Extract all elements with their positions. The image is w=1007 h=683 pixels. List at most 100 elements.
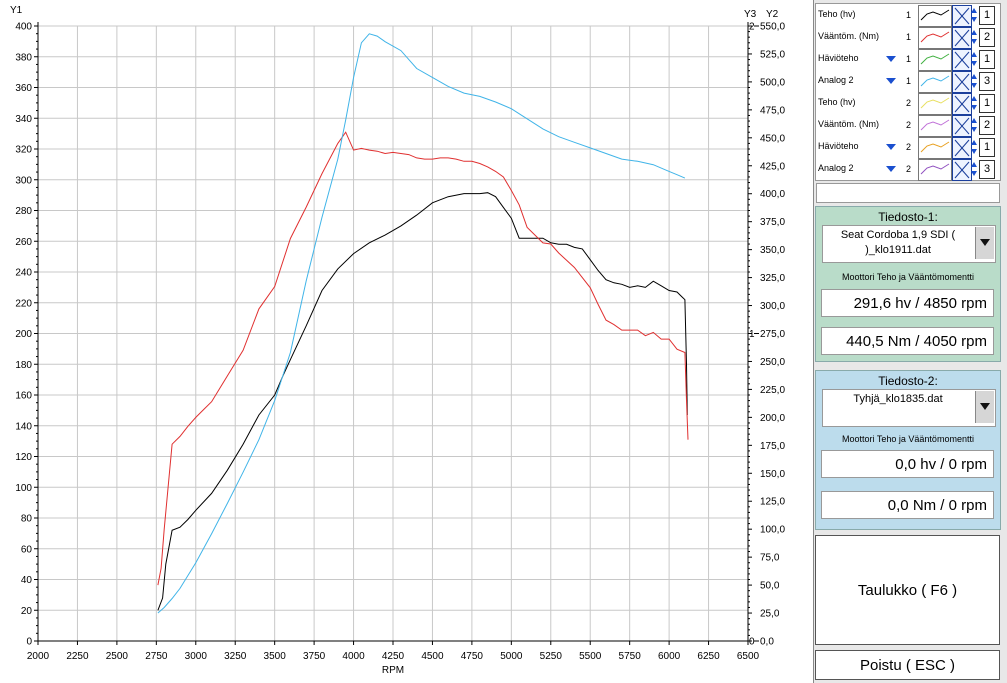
y1-tick-label: 40 [21, 575, 33, 586]
file1-select[interactable]: Seat Cordoba 1,9 SDI ( )_klo1911.dat [822, 225, 996, 263]
legend-file-number: 1 [906, 76, 912, 86]
x-tick-label: 2750 [145, 651, 168, 662]
legend-file-number: 1 [906, 54, 912, 64]
legend-axis-number[interactable]: 1 [979, 94, 995, 113]
legend-hide-icon[interactable] [952, 49, 972, 71]
legend-dropdown-icon[interactable] [886, 166, 896, 172]
chart: 2000 2250 2500 2750 3000 3250 3500 3750 4000 4250… [0, 0, 812, 683]
legend-dropdown-icon[interactable] [886, 78, 896, 84]
legend-hide-icon[interactable] [952, 115, 972, 137]
legend-spinner-icon[interactable] [971, 5, 977, 25]
y2-tick-label: 125,0 [760, 497, 785, 508]
legend-row[interactable]: Analog 2 2 3 [816, 158, 1000, 181]
legend-swatch[interactable] [918, 115, 952, 137]
legend-file-number: 2 [906, 142, 912, 152]
legend-row[interactable]: Teho (hv) 2 1 [816, 92, 1000, 115]
legend-hide-icon[interactable] [952, 159, 972, 181]
legend-hide-icon[interactable] [952, 27, 972, 49]
x-tick-label: 2250 [66, 651, 89, 662]
legend-row[interactable]: Vääntöm. (Nm) 1 2 [816, 26, 1000, 49]
legend-axis-number[interactable]: 2 [979, 28, 995, 47]
y1-tick-label: 320 [15, 145, 32, 156]
legend-row[interactable]: Häviöteho 2 1 [816, 136, 1000, 159]
file1-subtitle: Moottori Teho ja Vääntömomentti [842, 272, 974, 282]
y2-axis-label: Y2 [766, 9, 779, 20]
legend-axis-number[interactable]: 1 [979, 138, 995, 157]
y2-tick-label: 225,0 [760, 385, 785, 396]
y2-tick-label: 75,0 [760, 553, 780, 564]
legend-hide-icon[interactable] [952, 137, 972, 159]
legend-spinner-icon[interactable] [971, 49, 977, 69]
legend-axis-number[interactable]: 3 [979, 72, 995, 91]
y1-tick-label: 0 [26, 637, 32, 648]
y1-tick-label: 400 [15, 22, 32, 33]
legend-hide-icon[interactable] [952, 5, 972, 27]
legend-row[interactable]: Häviöteho 1 1 [816, 48, 1000, 71]
y1-tick-label: 380 [15, 52, 32, 63]
file2-dropdown-arrow-icon[interactable] [975, 391, 994, 423]
legend-hide-icon[interactable] [952, 71, 972, 93]
legend-axis-number[interactable]: 1 [979, 6, 995, 25]
exit-button[interactable]: Poistu ( ESC ) [815, 650, 1000, 680]
legend-swatch[interactable] [918, 71, 952, 93]
y1-tick-label: 280 [15, 206, 32, 217]
x-tick-label: 2000 [27, 651, 50, 662]
y2-tick-label: 250,0 [760, 357, 785, 368]
legend-swatch[interactable] [918, 27, 952, 49]
legend-hide-icon[interactable] [952, 93, 972, 115]
table-button[interactable]: Taulukko ( F6 ) [815, 535, 1000, 645]
y2-tick-label: 150,0 [760, 469, 785, 480]
file2-power-value: 0,0 hv / 0 rpm [821, 450, 994, 478]
y2-tick-label: 200,0 [760, 413, 785, 424]
legend-spinner-icon[interactable] [971, 93, 977, 113]
y2-tick-label: 325,0 [760, 273, 785, 284]
legend-axis-number[interactable]: 3 [979, 160, 995, 179]
y1-tick-label: 240 [15, 268, 32, 279]
y2-tick-label: 275,0 [760, 329, 785, 340]
legend-row[interactable]: Vääntöm. (Nm) 2 2 [816, 114, 1000, 137]
legend-swatch[interactable] [918, 137, 952, 159]
legend-dropdown-icon[interactable] [886, 144, 896, 150]
legend-swatch[interactable] [918, 49, 952, 71]
y2-tick-label: 450,0 [760, 133, 785, 144]
file1-name-line2: )_klo1911.dat [865, 244, 931, 256]
y2-tick-label: 375,0 [760, 217, 785, 228]
y1-tick-label: 220 [15, 298, 32, 309]
y2-tick-label: 550,0 [760, 22, 785, 33]
legend-label: Analog 2 [818, 75, 854, 85]
legend-spinner-icon[interactable] [971, 71, 977, 91]
legend-spinner-icon[interactable] [971, 27, 977, 47]
legend-row[interactable]: Teho (hv) 1 1 [816, 4, 1000, 27]
file2-name-line1: Tyhjä_klo1835.dat [853, 393, 943, 405]
legend-axis-number[interactable]: 1 [979, 50, 995, 69]
legend-swatch[interactable] [918, 93, 952, 115]
y2-tick-label: 475,0 [760, 105, 785, 116]
legend-row[interactable]: Analog 2 1 3 [816, 70, 1000, 93]
y1-tick-label: 160 [15, 391, 32, 402]
legend-swatch[interactable] [918, 5, 952, 27]
y1-tick-label: 180 [15, 360, 32, 371]
legend-label: Häviöteho [818, 53, 859, 63]
y1-axis-label: Y1 [10, 5, 23, 16]
y1-tick-label: 360 [15, 83, 32, 94]
legend-dropdown-icon[interactable] [886, 56, 896, 62]
y1-tick-label: 20 [21, 606, 33, 617]
x-tick-label: 6250 [697, 651, 720, 662]
legend-spinner-icon[interactable] [971, 115, 977, 135]
file2-select[interactable]: Tyhjä_klo1835.dat [822, 389, 996, 427]
file2-title: Tiedosto-2: [878, 374, 938, 388]
legend-spinner-icon[interactable] [971, 137, 977, 157]
legend-label: Häviöteho [818, 141, 859, 151]
y3-tick-label: 1 [749, 329, 755, 340]
x-tick-label: 6500 [737, 651, 760, 662]
y1-tick-label: 120 [15, 452, 32, 463]
blank-field[interactable] [816, 183, 1000, 203]
file1-dropdown-arrow-icon[interactable] [975, 227, 994, 259]
legend-file-number: 2 [906, 120, 912, 130]
legend-swatch[interactable] [918, 159, 952, 181]
y2-tick-label: 425,0 [760, 161, 785, 172]
legend-axis-number[interactable]: 2 [979, 116, 995, 135]
legend-spinner-icon[interactable] [971, 159, 977, 179]
legend-label: Vääntöm. (Nm) [818, 31, 880, 41]
y1-tick-label: 340 [15, 114, 32, 125]
